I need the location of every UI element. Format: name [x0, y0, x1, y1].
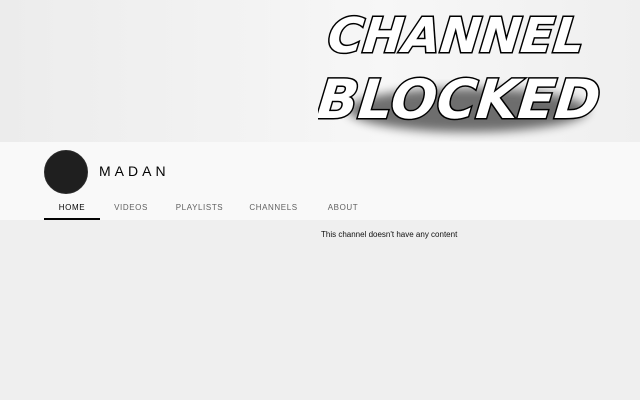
tab-about[interactable]: ABOUT: [310, 198, 376, 220]
tab-channels[interactable]: CHANNELS: [237, 198, 310, 220]
channel-tabs: HOME VIDEOS PLAYLISTS CHANNELS ABOUT: [44, 198, 376, 220]
banner-artwork: CHANNEL BLOCKED: [318, 7, 605, 133]
tab-playlists[interactable]: PLAYLISTS: [162, 198, 237, 220]
channel-title: MADAN: [99, 163, 170, 179]
banner-line-1: CHANNEL: [325, 8, 587, 64]
tab-videos[interactable]: VIDEOS: [100, 198, 162, 220]
avatar[interactable]: [44, 150, 88, 194]
tab-home[interactable]: HOME: [44, 198, 100, 220]
empty-content-message: This channel doesn't have any content: [321, 230, 458, 239]
channel-header: MADAN HOME VIDEOS PLAYLISTS CHANNELS ABO…: [0, 142, 640, 220]
channel-banner: CHANNEL BLOCKED: [0, 0, 640, 142]
banner-line-2: BLOCKED: [318, 68, 603, 131]
